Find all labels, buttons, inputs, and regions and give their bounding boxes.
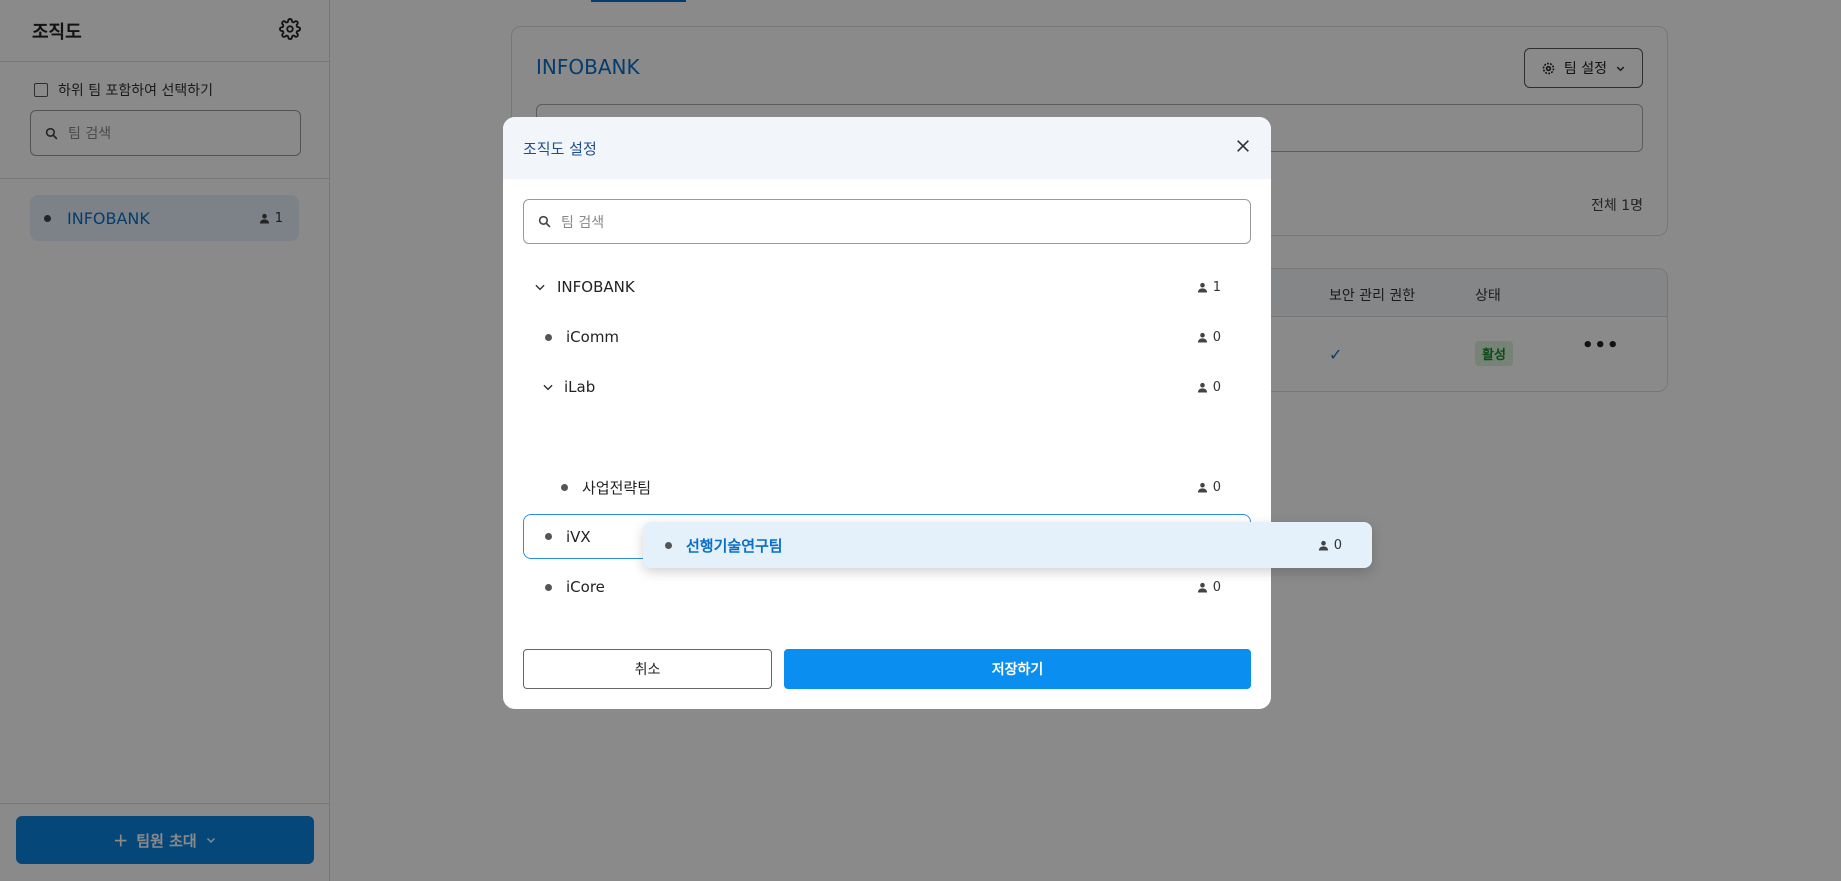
tree-item-business-strategy[interactable]: 사업전략팀 0 [523, 462, 1251, 512]
modal-title: 조직도 설정 [523, 139, 597, 158]
member-count: 0 [1197, 330, 1221, 345]
person-icon [1197, 582, 1207, 593]
member-count-value: 1 [1212, 279, 1221, 295]
bullet-icon [545, 583, 552, 591]
bullet-icon [545, 533, 552, 540]
tree-item-label: iCore [566, 578, 605, 596]
member-count-value: 0 [1212, 479, 1221, 495]
chevron-down-icon[interactable] [533, 280, 547, 294]
person-icon [1197, 332, 1207, 343]
member-count: 0 [1197, 480, 1221, 495]
person-icon [1197, 282, 1207, 293]
search-placeholder: 팀 검색 [561, 214, 605, 231]
member-count: 0 [1197, 580, 1221, 595]
tree-item-icomm[interactable]: iComm 0 [523, 312, 1251, 362]
member-count-value: 0 [1333, 537, 1342, 553]
cancel-button[interactable]: 취소 [523, 649, 772, 689]
modal-search-input[interactable]: 팀 검색 [523, 199, 1251, 244]
person-icon [1197, 482, 1207, 493]
dragging-team-label: 선행기술연구팀 [686, 536, 783, 555]
close-icon[interactable] [1235, 138, 1251, 158]
bullet-icon [561, 483, 568, 491]
org-chart-settings-modal: 조직도 설정 팀 검색 INFOBANK 1 iComm 0 iLab 0 사업… [503, 117, 1271, 709]
tree-item-ilab[interactable]: iLab 0 [523, 362, 1251, 412]
tree-item-label: 사업전략팀 [582, 478, 652, 497]
member-count: 0 [1318, 538, 1342, 553]
chevron-down-icon[interactable] [541, 380, 555, 394]
drop-placeholder [523, 412, 1251, 462]
tree-item-icore[interactable]: iCore 0 [523, 562, 1251, 612]
modal-header: 조직도 설정 [503, 117, 1271, 179]
save-button[interactable]: 저장하기 [784, 649, 1251, 689]
person-icon [1318, 540, 1328, 551]
person-icon [1197, 382, 1207, 393]
member-count-value: 0 [1212, 329, 1221, 345]
tree-item-label: INFOBANK [557, 278, 635, 296]
member-count: 0 [1197, 380, 1221, 395]
tree-item-label: iLab [564, 378, 596, 396]
tree-item-infobank[interactable]: INFOBANK 1 [523, 262, 1251, 312]
bullet-icon [545, 333, 552, 341]
member-count: 1 [1197, 280, 1221, 295]
dragging-team-item[interactable]: 선행기술연구팀 0 [643, 522, 1372, 568]
member-count-value: 0 [1212, 379, 1221, 395]
search-icon [538, 215, 551, 228]
member-count-value: 0 [1212, 579, 1221, 595]
modal-footer: 취소 저장하기 [523, 649, 1251, 689]
bullet-icon [665, 541, 672, 549]
tree-item-label: iComm [566, 328, 620, 346]
